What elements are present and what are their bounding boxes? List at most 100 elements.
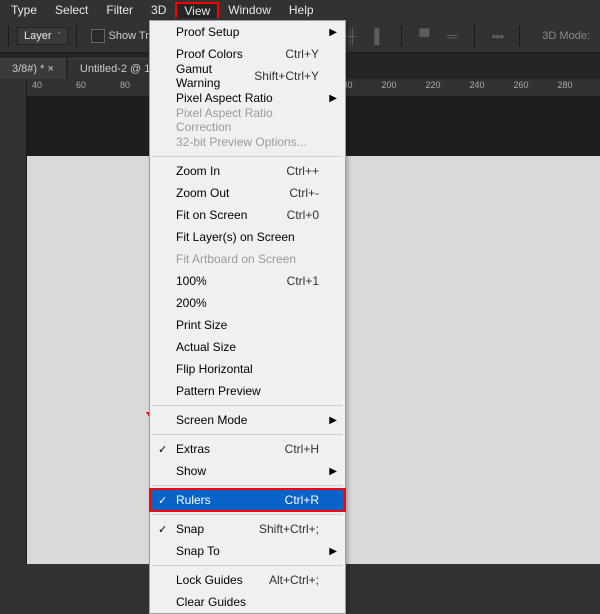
menu-item-shortcut: Ctrl+H xyxy=(285,442,319,456)
submenu-arrow-icon: ▶ xyxy=(329,415,337,426)
menu-item-shortcut: Shift+Ctrl+; xyxy=(259,522,319,536)
submenu-arrow-icon: ▶ xyxy=(329,93,337,104)
menu-item-label: Zoom Out xyxy=(176,186,289,200)
ruler-vertical[interactable] xyxy=(0,96,27,564)
menu-item-fit-on-screen[interactable]: Fit on ScreenCtrl+0 xyxy=(150,204,345,226)
chevron-down-icon: ˇ xyxy=(58,31,61,41)
menu-3d[interactable]: 3D xyxy=(142,2,175,18)
menu-item-label: Snap xyxy=(176,522,259,536)
ruler-corner[interactable] xyxy=(0,79,27,97)
separator xyxy=(401,25,402,47)
checkbox-icon xyxy=(91,29,105,43)
menu-item-shortcut: Alt+Ctrl+; xyxy=(269,573,319,587)
ruler-tick: 200 xyxy=(381,80,396,90)
menu-view[interactable]: View xyxy=(175,2,219,18)
align-top-button[interactable]: ▀ xyxy=(414,26,434,46)
menu-item-print-size[interactable]: Print Size xyxy=(150,314,345,336)
menu-item-label: Fit Artboard on Screen xyxy=(176,252,319,266)
layer-target-dropdown[interactable]: Layer ˇ xyxy=(17,27,68,45)
menu-item-label: 200% xyxy=(176,296,319,310)
submenu-arrow-icon: ▶ xyxy=(329,546,337,557)
menu-item-label: Fit on Screen xyxy=(176,208,287,222)
menu-item-fit-layer-s-on-screen[interactable]: Fit Layer(s) on Screen xyxy=(150,226,345,248)
menu-item-label: Pixel Aspect Ratio Correction xyxy=(176,106,319,134)
menu-item-shortcut: Shift+Ctrl+Y xyxy=(254,69,319,83)
submenu-arrow-icon: ▶ xyxy=(329,27,337,38)
menu-item-shortcut: Ctrl+0 xyxy=(287,208,319,222)
ruler-tick: 220 xyxy=(425,80,440,90)
menu-item-shortcut: Ctrl+1 xyxy=(287,274,319,288)
ruler-tick: 80 xyxy=(120,80,130,90)
menu-item-shortcut: Ctrl++ xyxy=(286,164,319,178)
more-align-button[interactable]: ••• xyxy=(487,26,507,46)
menu-item-zoom-out[interactable]: Zoom OutCtrl+- xyxy=(150,182,345,204)
menu-separator xyxy=(152,405,343,406)
align-right-button[interactable]: ▌ xyxy=(369,26,389,46)
menu-item-200[interactable]: 200% xyxy=(150,292,345,314)
menu-item-pattern-preview[interactable]: Pattern Preview xyxy=(150,380,345,402)
menu-item-label: Pixel Aspect Ratio xyxy=(176,91,319,105)
menu-separator xyxy=(152,514,343,515)
menu-item-label: Actual Size xyxy=(176,340,319,354)
menu-separator xyxy=(152,434,343,435)
menu-item-flip-horizontal[interactable]: Flip Horizontal xyxy=(150,358,345,380)
submenu-arrow-icon: ▶ xyxy=(329,466,337,477)
menu-item-screen-mode[interactable]: Screen Mode▶ xyxy=(150,409,345,431)
menu-item-clear-guides[interactable]: Clear Guides xyxy=(150,591,345,613)
view-menu-dropdown: Proof Setup▶Proof ColorsCtrl+YGamut Warn… xyxy=(149,20,346,614)
ruler-tick: 280 xyxy=(557,80,572,90)
menu-item-rulers[interactable]: ✓ RulersCtrl+R xyxy=(150,489,345,511)
menu-item-label: Snap To xyxy=(176,544,319,558)
menu-item-label: Proof Setup xyxy=(176,25,319,39)
menu-item-label: Print Size xyxy=(176,318,319,332)
ruler-tick: 40 xyxy=(32,80,42,90)
menu-item-proof-setup[interactable]: Proof Setup ▶ xyxy=(150,21,345,43)
document-tab[interactable]: 3/8#) * × xyxy=(0,58,66,79)
menu-item-shortcut: Ctrl+Y xyxy=(285,47,319,61)
menu-item-fit-artboard-on-screen: Fit Artboard on Screen xyxy=(150,248,345,270)
menu-item-label: Extras xyxy=(176,442,285,456)
show-transform-checkbox[interactable]: Show Tra xyxy=(85,29,155,43)
menu-type[interactable]: Type xyxy=(2,2,46,18)
menu-item-snap[interactable]: ✓ SnapShift+Ctrl+; xyxy=(150,518,345,540)
checkmark-icon: ✓ xyxy=(158,494,167,507)
menu-item-label: 32-bit Preview Options... xyxy=(176,135,319,149)
menu-item-snap-to[interactable]: Snap To ▶ xyxy=(150,540,345,562)
align-tools: ▐ ╫ ▌ ▀ ═ ••• 3D Mode: xyxy=(313,25,600,47)
3d-mode-label: 3D Mode: xyxy=(532,30,600,42)
ruler-tick: 60 xyxy=(76,80,86,90)
separator xyxy=(76,25,77,47)
menu-item-label: Lock Guides xyxy=(176,573,269,587)
menu-item-pixel-aspect-ratio-correction: Pixel Aspect Ratio Correction xyxy=(150,109,345,131)
menu-filter[interactable]: Filter xyxy=(97,2,142,18)
menu-item-32-bit-preview-options: 32-bit Preview Options... xyxy=(150,131,345,153)
menu-item-label: Show xyxy=(176,464,319,478)
menubar: TypeSelectFilter3DViewWindowHelp xyxy=(0,0,600,20)
menu-help[interactable]: Help xyxy=(280,2,323,18)
menu-item-lock-guides[interactable]: Lock GuidesAlt+Ctrl+; xyxy=(150,569,345,591)
ruler-tick: 240 xyxy=(469,80,484,90)
menu-item-show[interactable]: Show ▶ xyxy=(150,460,345,482)
menu-item-label: Rulers xyxy=(176,493,285,507)
menu-item-gamut-warning[interactable]: Gamut WarningShift+Ctrl+Y xyxy=(150,65,345,87)
menu-item-label: Flip Horizontal xyxy=(176,362,319,376)
menu-item-label: Fit Layer(s) on Screen xyxy=(176,230,319,244)
menu-window[interactable]: Window xyxy=(219,2,280,18)
menu-select[interactable]: Select xyxy=(46,2,97,18)
menu-item-shortcut: Ctrl+R xyxy=(285,493,319,507)
menu-separator xyxy=(152,485,343,486)
menu-item-label: 100% xyxy=(176,274,287,288)
separator xyxy=(474,25,475,47)
checkmark-icon: ✓ xyxy=(158,443,167,456)
align-middle-button[interactable]: ═ xyxy=(442,26,462,46)
menu-item-shortcut: Ctrl+- xyxy=(289,186,319,200)
ruler-tick: 260 xyxy=(513,80,528,90)
menu-item-100[interactable]: 100%Ctrl+1 xyxy=(150,270,345,292)
menu-item-label: Pattern Preview xyxy=(176,384,319,398)
menu-item-actual-size[interactable]: Actual Size xyxy=(150,336,345,358)
checkmark-icon: ✓ xyxy=(158,523,167,536)
menu-item-zoom-in[interactable]: Zoom InCtrl++ xyxy=(150,160,345,182)
menu-item-extras[interactable]: ✓ ExtrasCtrl+H xyxy=(150,438,345,460)
menu-item-label: Gamut Warning xyxy=(176,62,254,90)
separator xyxy=(519,25,520,47)
